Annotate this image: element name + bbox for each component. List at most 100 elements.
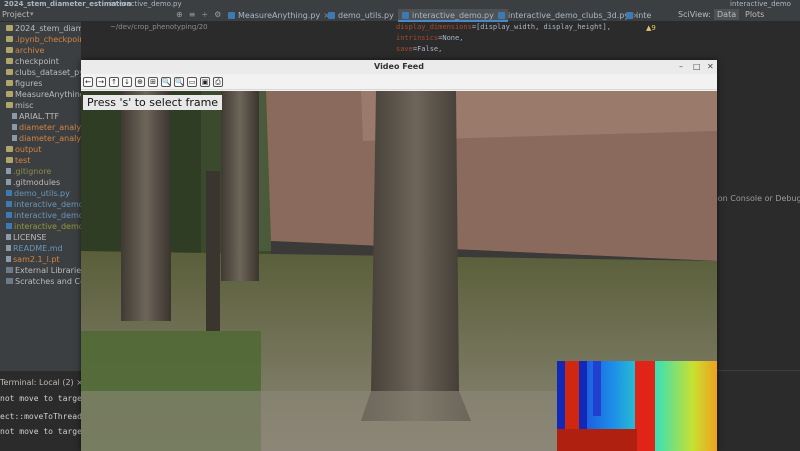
image-toolbar: ← → ↑ ↓ ⊕ ⊞ 🔍 🔍 ▭ ▣ ⎙ — [81, 74, 717, 90]
folder-icon — [6, 157, 13, 163]
tree-item[interactable]: test — [0, 155, 30, 166]
terminal-tabs[interactable]: Terminal: Local (2) × L — [0, 378, 90, 387]
tree-item[interactable]: README.md — [0, 243, 63, 254]
folder-icon — [6, 102, 13, 108]
tree-item-label: test — [15, 156, 31, 165]
code-line: intrinsics=None, — [396, 34, 464, 42]
tree-item-label: 2024_stem_diameter_estimation — [15, 24, 81, 33]
tree-item[interactable]: output — [0, 144, 41, 155]
tab-interactive-demo[interactable]: interactive_demo.py× — [398, 9, 508, 22]
library-icon — [6, 278, 13, 284]
tree-item-label: ARIAL.TTF — [19, 112, 60, 121]
pan-right-icon[interactable]: → — [96, 77, 106, 87]
tree-item-label: checkpoint — [15, 57, 59, 66]
tree-item[interactable]: interactive_demo_clubs — [0, 210, 81, 221]
tab-sciview-data[interactable]: Data — [714, 9, 740, 20]
depth-trunk-mid — [593, 361, 601, 416]
tree-item-label: interactive_demo_clubs — [14, 211, 81, 220]
tab-measureanything[interactable]: MeasureAnything.py × — [224, 9, 334, 22]
properties-icon[interactable]: ⎙ — [213, 77, 223, 87]
folder-icon — [6, 47, 13, 53]
tree-item-label: .ipynb_checkpoints — [15, 35, 81, 44]
tree-item-label: .gitignore — [13, 167, 52, 176]
minimize-button[interactable]: – — [679, 62, 683, 71]
tree-item[interactable]: diameter_analysis — [0, 122, 81, 133]
maximize-button[interactable]: □ — [693, 62, 701, 71]
tree-item-label: interactive_demo_k — [14, 222, 81, 231]
tree-item[interactable]: MeasureAnything — [0, 89, 81, 100]
tree-item[interactable]: interactive_demo.py — [0, 199, 81, 210]
project-tree: 2024_stem_diameter_estimation .ipynb_chec… — [0, 22, 81, 370]
tree-item[interactable]: LICENSE — [0, 232, 47, 243]
zoom-fit-icon[interactable]: ⊕ — [135, 77, 145, 87]
depth-trunk-main — [635, 361, 655, 451]
tree-item-label: figures — [15, 79, 43, 88]
pan-up-icon[interactable]: ↑ — [109, 77, 119, 87]
copy-image-icon[interactable]: ▣ — [200, 77, 210, 87]
tree-item[interactable]: archive — [0, 45, 44, 56]
tree-item-label: diameter_analysis — [19, 134, 81, 143]
code-line: display_dimensions=[display_width, displ… — [396, 23, 611, 31]
python-file-icon — [6, 212, 12, 218]
save-image-icon[interactable]: ▭ — [187, 77, 197, 87]
tree-trunk-mid — [221, 91, 259, 281]
tree-item[interactable]: clubs_dataset_python — [0, 67, 81, 78]
window-titlebar[interactable]: Video Feed – □ ✕ — [81, 60, 717, 74]
tree-item[interactable]: diameter_analysis — [0, 133, 81, 144]
tree-item[interactable]: 2024_stem_diameter_estimation — [0, 23, 81, 34]
code-editor[interactable]: display_dimensions=[display_width, displ… — [236, 22, 674, 62]
python-file-icon — [626, 12, 633, 19]
folder-icon — [6, 146, 13, 152]
run-config-label[interactable]: interactive_demo — [730, 0, 791, 8]
tree-item[interactable]: interactive_demo_k — [0, 221, 81, 232]
zoom-original-icon[interactable]: ⊞ — [148, 77, 158, 87]
tree-item[interactable]: checkpoint — [0, 56, 59, 67]
tree-item[interactable]: Scratches and Consoles — [0, 276, 81, 287]
zoom-in-icon[interactable]: 🔍 — [161, 77, 171, 87]
file-icon — [6, 245, 11, 251]
tree-item[interactable]: misc — [0, 100, 34, 111]
pan-down-icon[interactable]: ↓ — [122, 77, 132, 87]
zoom-out-icon[interactable]: 🔍 — [174, 77, 184, 87]
pan-left-icon[interactable]: ← — [83, 77, 93, 87]
tree-item-label: output — [15, 145, 42, 154]
tree-item[interactable]: .gitmodules — [0, 177, 60, 188]
python-file-icon — [402, 12, 409, 19]
folder-icon — [6, 25, 13, 31]
project-dropdown[interactable]: Project — [2, 10, 29, 19]
close-button[interactable]: ✕ — [707, 62, 714, 71]
tree-item[interactable]: demo_utils.py — [0, 188, 70, 199]
warning-indicator[interactable]: ▲9 — [646, 24, 656, 32]
tab-interactive-demo-clubs-3d[interactable]: interactive_demo_clubs_3d.py × — [494, 9, 643, 22]
tree-item[interactable]: figures — [0, 78, 42, 89]
python-file-icon — [498, 12, 505, 19]
tree-item[interactable]: ARIAL.TTF — [0, 111, 59, 122]
tree-item-label: MeasureAnything — [15, 90, 81, 99]
python-file-icon — [6, 201, 12, 207]
tree-item-label: .gitmodules — [13, 178, 61, 187]
select-frame-hint: Press 's' to select frame — [83, 95, 223, 110]
ide-title-strip: 2024_stem_diameter_estimation interactiv… — [0, 0, 800, 8]
file-icon — [12, 124, 17, 130]
video-feed-window[interactable]: Video Feed – □ ✕ ← → ↑ ↓ ⊕ ⊞ 🔍 🔍 ▭ ▣ ⎙ P… — [81, 60, 717, 451]
tab-sciview-plots[interactable]: Plots — [742, 9, 767, 20]
tree-item[interactable]: .gitignore — [0, 166, 51, 177]
tree-item-label: clubs_dataset_python — [15, 68, 81, 77]
chevron-down-icon[interactable]: ▾ — [30, 10, 34, 18]
tab-overflow[interactable]: inte — [622, 9, 655, 22]
file-icon — [12, 135, 17, 141]
tree-trunk-thin — [206, 171, 220, 331]
tab-demo-utils[interactable]: demo_utils.py× — [324, 9, 408, 22]
tree-item-label: archive — [15, 46, 45, 55]
tree-item[interactable]: .ipynb_checkpoints — [0, 34, 81, 45]
tree-item[interactable]: External Libraries — [0, 265, 81, 276]
file-icon — [6, 234, 11, 240]
file-icon — [12, 113, 17, 119]
folder-icon — [6, 36, 13, 42]
tree-item-label: interactive_demo.py — [14, 200, 81, 209]
tree-item[interactable]: sam2.1_l.pt — [0, 254, 60, 265]
window-title: Video Feed — [374, 62, 424, 71]
folder-icon — [6, 91, 13, 97]
library-icon — [6, 267, 13, 273]
top-file-tab[interactable]: interactive_demo.py — [110, 0, 182, 8]
